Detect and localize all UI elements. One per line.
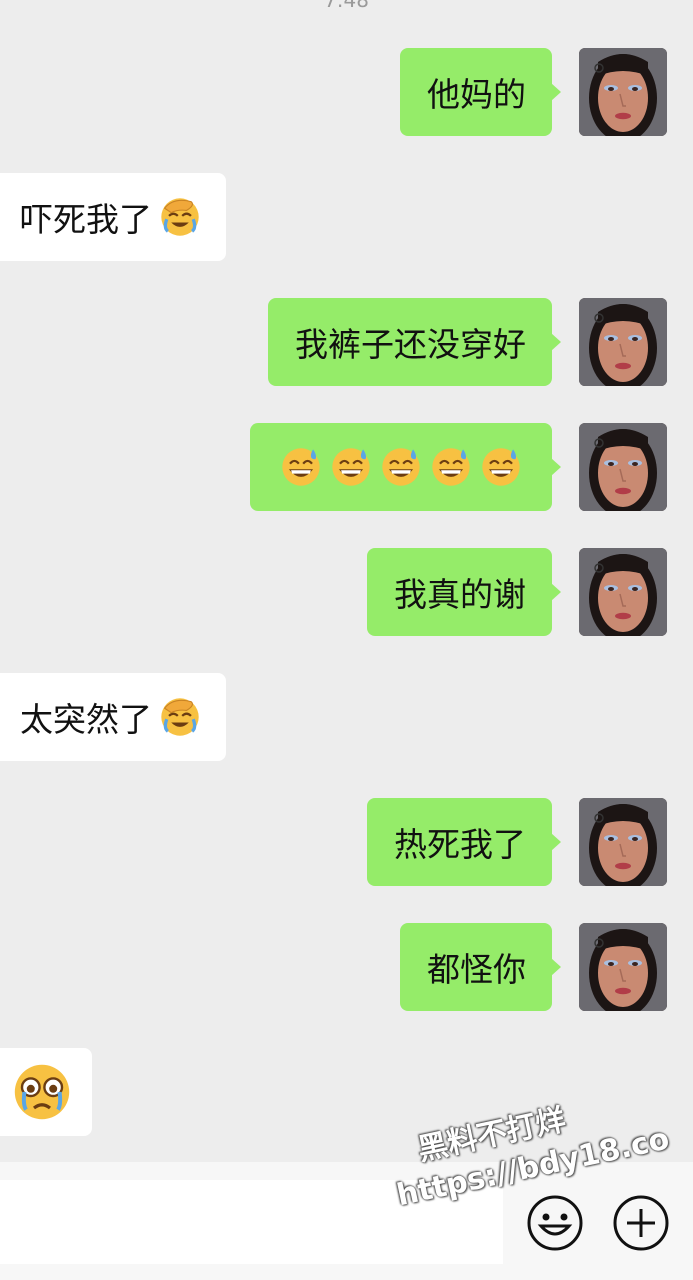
chat-message-list[interactable]: 7:48 他妈的 吓死我了 我裤子还没穿好 我真的谢 太突然了 热死我了 都怪你: [0, 0, 693, 1162]
message-text: 吓死我了: [20, 200, 152, 239]
avatar[interactable]: [579, 423, 667, 511]
smiley-face-icon: [527, 1195, 583, 1251]
message-text: 都怪你: [427, 950, 526, 989]
plus-circle-icon: [613, 1195, 669, 1251]
avatar[interactable]: [579, 923, 667, 1011]
message-bubble[interactable]: [250, 423, 561, 511]
chat-timestamp: 7:48: [324, 0, 369, 12]
outgoing-message: [0, 423, 693, 513]
message-text: 他妈的: [427, 75, 526, 114]
outgoing-message: 我裤子还没穿好: [0, 298, 693, 388]
grin-sweat-emoji: [479, 445, 523, 489]
grin-sweat-emoji: [329, 445, 373, 489]
message-bubble[interactable]: 都怪你: [400, 923, 561, 1011]
avatar[interactable]: [579, 798, 667, 886]
avatar[interactable]: [579, 298, 667, 386]
message-text: 热死我了: [394, 825, 526, 864]
message-bubble[interactable]: 吓死我了: [0, 173, 226, 261]
incoming-message: [0, 1048, 693, 1138]
message-text: 太突然了: [20, 700, 152, 739]
grin-sweat-emoji: [279, 445, 323, 489]
message-bubble[interactable]: 太突然了: [0, 673, 226, 761]
grin-sweat-emoji: [429, 445, 473, 489]
face-palm-laugh-emoji: [158, 695, 202, 739]
message-bubble[interactable]: 热死我了: [367, 798, 561, 886]
grin-sweat-emoji: [379, 445, 423, 489]
incoming-message: 吓死我了: [0, 173, 693, 263]
emoji-button[interactable]: [526, 1194, 584, 1252]
more-button[interactable]: [612, 1194, 670, 1252]
teary-eyes-emoji: [10, 1060, 74, 1124]
message-text: 我真的谢: [394, 575, 526, 614]
message-bubble[interactable]: 我裤子还没穿好: [268, 298, 561, 386]
message-composer: [0, 1162, 693, 1280]
message-bubble[interactable]: 我真的谢: [367, 548, 561, 636]
avatar[interactable]: [579, 48, 667, 136]
avatar[interactable]: [579, 548, 667, 636]
outgoing-message: 都怪你: [0, 923, 693, 1013]
face-palm-laugh-emoji: [158, 195, 202, 239]
incoming-message: 太突然了: [0, 673, 693, 763]
outgoing-message: 我真的谢: [0, 548, 693, 638]
message-bubble[interactable]: [0, 1048, 92, 1136]
outgoing-message: 热死我了: [0, 798, 693, 888]
outgoing-message: 他妈的: [0, 48, 693, 138]
message-bubble[interactable]: 他妈的: [400, 48, 561, 136]
message-input[interactable]: [0, 1180, 503, 1264]
message-text: 我裤子还没穿好: [295, 325, 526, 364]
